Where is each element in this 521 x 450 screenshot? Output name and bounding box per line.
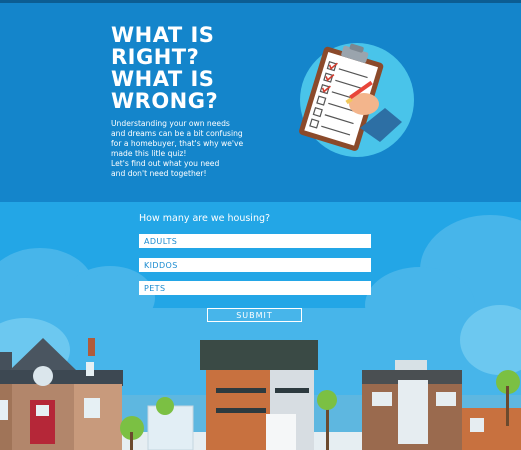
clipboard-checklist-icon bbox=[299, 43, 414, 157]
top-border bbox=[0, 0, 521, 3]
title-line: RIGHT? bbox=[111, 45, 200, 69]
page-title: WHAT IS RIGHT? WHAT IS WRONG? bbox=[111, 24, 281, 112]
intro-line: for a homebuyer, that's why we've bbox=[111, 139, 244, 148]
intro-line: Understanding your own needs bbox=[111, 119, 230, 128]
title-line: WRONG? bbox=[111, 89, 219, 113]
intro-line: made this litle quiz! bbox=[111, 149, 187, 158]
intro-line: and don't need together! bbox=[111, 169, 207, 178]
title-line: WHAT IS bbox=[111, 67, 215, 91]
adults-field[interactable] bbox=[139, 234, 371, 248]
intro-line: Let's find out what you need bbox=[111, 159, 220, 168]
pets-field[interactable] bbox=[139, 281, 371, 295]
kiddos-field[interactable] bbox=[139, 258, 371, 272]
title-line: WHAT IS bbox=[111, 23, 215, 47]
intro-line: and dreams can be a bit confusing bbox=[111, 129, 243, 138]
intro-text: Understanding your own needs and dreams … bbox=[111, 119, 291, 179]
submit-button[interactable]: SUBMIT bbox=[207, 308, 302, 322]
quiz-question: How many are we housing? bbox=[139, 213, 271, 224]
